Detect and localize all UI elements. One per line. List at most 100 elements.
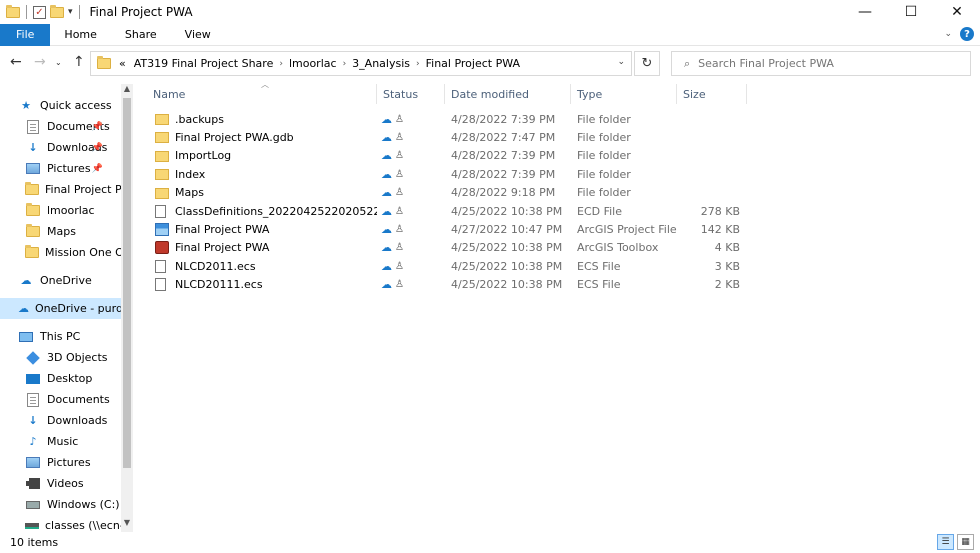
aprx-icon (155, 222, 169, 236)
table-row[interactable]: ClassDefinitions_2022042522020522322​1..… (133, 202, 753, 220)
maximize-button[interactable]: ☐ (888, 0, 934, 24)
forward-arrow-icon[interactable]: → (34, 54, 46, 70)
breadcrumb-item[interactable]: AT319 Final Project Share (134, 57, 274, 70)
table-row[interactable]: Final Project PWA ☁ ♙ 4/27/2022 10:47 PM Arc… (133, 220, 753, 238)
refresh-button[interactable]: ↻ (634, 51, 660, 76)
person-icon: ♙ (395, 223, 404, 235)
table-row[interactable]: .backups ☁ ♙ 4/28/2022 7:39 PM File folder (133, 110, 753, 128)
file-name-cell[interactable]: NLCD20111.ecs (155, 276, 377, 294)
file-name-cell[interactable]: ImportLog (155, 147, 377, 165)
nav-documents[interactable]: Documents 📌 (25, 116, 121, 137)
search-input[interactable] (698, 57, 949, 70)
tab-view[interactable]: View (171, 24, 225, 46)
file-name-cell[interactable]: .backups (155, 110, 377, 128)
breadcrumb-item[interactable]: Final Project PWA (426, 57, 520, 70)
file-name-cell[interactable]: Maps (155, 184, 377, 202)
file-name-cell[interactable]: ClassDefinitions_2022042522020522322​1..… (155, 202, 377, 220)
file-name-cell[interactable]: Final Project PWA (155, 220, 377, 238)
table-row[interactable]: NLCD2011.ecs ☁ ♙ 4/25/2022 10:38 PM ECS File… (133, 257, 753, 275)
size-cell: 278 KB (700, 204, 740, 218)
search-box[interactable]: ⌕ (671, 51, 971, 76)
column-header-size[interactable]: Size (677, 84, 747, 104)
nav-music[interactable]: ♪ Music (25, 431, 121, 452)
nav-classes-network[interactable]: classes (\\ecn-te (25, 515, 133, 532)
table-row[interactable]: Final Project PWA.gdb ☁ ♙ 4/28/2022 7:47 PM… (133, 128, 753, 146)
help-icon[interactable]: ? (960, 27, 974, 41)
expand-ribbon-icon[interactable]: ⌄ (944, 29, 952, 39)
column-header-name[interactable]: Name (147, 84, 377, 104)
scroll-up-icon[interactable]: ▲ (121, 84, 133, 96)
nav-lmoorlac[interactable]: lmoorlac (25, 200, 121, 221)
nav-scrollbar[interactable]: ▲ ▼ (121, 84, 133, 532)
file-name-cell[interactable]: Final Project PWA.gdb (155, 128, 377, 146)
file-name-cell[interactable]: Index (155, 165, 377, 183)
scroll-thumb[interactable] (123, 98, 131, 468)
breadcrumb-overflow[interactable]: « (119, 57, 126, 70)
new-folder-icon[interactable] (50, 4, 64, 18)
nav-label: Music (47, 435, 79, 448)
folder-icon[interactable] (6, 4, 20, 18)
chevron-down-icon[interactable]: ⌄ (617, 57, 625, 67)
nav-this-pc[interactable]: This PC (18, 326, 121, 347)
breadcrumb-item[interactable]: 3_Analysis (352, 57, 410, 70)
table-row[interactable]: Final Project PWA ☁ ♙ 4/25/2022 10:38 PM Arc… (133, 239, 753, 257)
sync-status-cell: ☁ ♙ (381, 239, 441, 257)
back-arrow-icon[interactable]: ← (10, 54, 22, 70)
tab-file[interactable]: File (0, 23, 51, 46)
nav-pictures-pc[interactable]: Pictures (25, 452, 121, 473)
file-name-cell[interactable]: NLCD2011.ecs (155, 257, 377, 275)
breadcrumb-item[interactable]: lmoorlac (289, 57, 337, 70)
table-row[interactable]: Index ☁ ♙ 4/28/2022 7:39 PM File folder (133, 165, 753, 183)
column-header-type[interactable]: Type (571, 84, 677, 104)
nav-mission-one[interactable]: Mission One Ort (25, 242, 133, 263)
customize-toolbar-icon[interactable]: ▾ (68, 7, 73, 17)
details-view-icon[interactable]: ☰ (937, 534, 954, 550)
nav-onedrive[interactable]: ☁ OneDrive (18, 270, 121, 291)
recent-locations-icon[interactable]: ⌄ (55, 58, 62, 67)
chevron-right-icon[interactable]: › (416, 59, 420, 69)
nav-videos[interactable]: Videos (25, 473, 121, 494)
minimize-button[interactable]: — (842, 0, 888, 24)
large-icons-view-icon[interactable]: ▦ (957, 534, 974, 550)
close-button[interactable]: ✕ (934, 0, 980, 24)
tab-home[interactable]: Home (50, 24, 110, 46)
date-modified-cell: 4/27/2022 10:47 PM (451, 222, 563, 236)
nav-maps[interactable]: Maps (25, 221, 121, 242)
size-cell (677, 128, 740, 146)
nav-quick-access[interactable]: ★ Quick access (18, 95, 121, 116)
cloud-icon: ☁ (381, 112, 392, 126)
table-row[interactable]: NLCD20111.ecs ☁ ♙ 4/25/2022 10:38 PM ECS Fil… (133, 276, 753, 294)
nav-final-project[interactable]: Final Project PW (25, 179, 133, 200)
pictures-icon (26, 457, 40, 468)
file-name-cell[interactable]: Final Project PWA (155, 239, 377, 257)
pin-icon[interactable]: 📌 (92, 122, 103, 132)
nav-downloads-pc[interactable]: ↓ Downloads (25, 410, 121, 431)
cloud-icon: ☁ (381, 149, 392, 163)
scroll-down-icon[interactable]: ▼ (121, 518, 133, 530)
nav-onedrive-purdue[interactable]: ☁ OneDrive - purdu (0, 298, 130, 319)
table-row[interactable]: Maps ☁ ♙ 4/28/2022 9:18 PM File folder (133, 184, 753, 202)
nav-downloads[interactable]: ↓ Downloads 📌 (25, 137, 121, 158)
properties-icon[interactable]: ✓ (33, 5, 46, 19)
nav-pictures[interactable]: Pictures 📌 (25, 158, 121, 179)
address-bar[interactable]: « AT319 Final Project Share › lmoorlac ›… (90, 51, 632, 76)
music-icon: ♪ (29, 435, 37, 448)
folder-icon (26, 203, 40, 216)
pin-icon[interactable]: 📌 (92, 164, 103, 174)
table-row[interactable]: ImportLog ☁ ♙ 4/28/2022 7:39 PM File folder (133, 147, 753, 165)
chevron-right-icon[interactable]: › (343, 59, 347, 69)
column-header-date[interactable]: Date modified (445, 84, 571, 104)
nav-label: Documents (47, 393, 110, 406)
nav-desktop[interactable]: Desktop (25, 368, 121, 389)
chevron-right-icon[interactable]: › (279, 59, 283, 69)
pin-icon[interactable]: 📌 (92, 143, 103, 153)
column-header-status[interactable]: Status (377, 84, 445, 104)
file-icon (155, 278, 166, 292)
tab-share[interactable]: Share (111, 24, 171, 46)
nav-documents-pc[interactable]: Documents (25, 389, 121, 410)
up-arrow-icon[interactable]: ↑ (73, 54, 85, 70)
nav-label: Desktop (47, 372, 93, 385)
nav-3d-objects[interactable]: 3D Objects (25, 347, 121, 368)
nav-windows-c[interactable]: Windows (C:) (25, 494, 121, 515)
folder-icon (155, 114, 169, 125)
